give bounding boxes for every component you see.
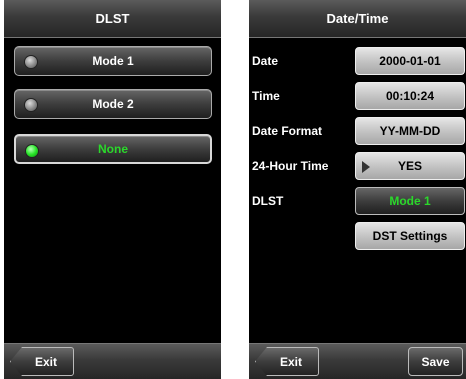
mode-1-label: Mode 1 (92, 54, 134, 68)
none-label: None (98, 142, 128, 156)
24-hour-time-value: YES (397, 159, 422, 173)
datetime-title-bar: Date/Time (249, 0, 466, 38)
none-button[interactable]: None (14, 134, 212, 164)
datetime-bottom-bar: Exit Save (249, 343, 466, 379)
date-label: Date (252, 54, 279, 68)
24-hour-time-button[interactable]: YES (355, 152, 465, 180)
date-value: 2000-01-01 (379, 54, 441, 68)
mode-1-button[interactable]: Mode 1 (14, 46, 212, 76)
save-label: Save (421, 354, 450, 369)
dlst-mode-button[interactable]: Mode 1 (355, 187, 465, 215)
mode-2-label: Mode 2 (92, 97, 134, 111)
save-button[interactable]: Save (408, 347, 463, 376)
exit-button[interactable]: Exit (255, 347, 319, 376)
dlst-screen: DLST Mode 1 Mode 2 None Exit (4, 0, 221, 379)
time-value-button[interactable]: 00:10:24 (355, 82, 465, 110)
radio-icon (25, 99, 37, 111)
date-value-button[interactable]: 2000-01-01 (355, 47, 465, 75)
24-hour-time-label: 24-Hour Time (252, 159, 329, 173)
dlst-mode-value: Mode 1 (389, 194, 431, 208)
dlst-label: DLST (252, 194, 284, 208)
exit-label: Exit (279, 354, 302, 369)
dlst-title-bar: DLST (4, 0, 221, 38)
datetime-screen: Date/Time Date 2000-01-01 Time 00:10:24 … (249, 0, 466, 379)
datetime-title: Date/Time (326, 11, 389, 26)
play-arrow-icon (362, 161, 370, 173)
time-label: Time (252, 89, 280, 103)
mode-2-button[interactable]: Mode 2 (14, 89, 212, 119)
exit-button[interactable]: Exit (10, 347, 74, 376)
dlst-title: DLST (95, 11, 130, 26)
dst-settings-label: DST Settings (372, 229, 448, 243)
radio-icon (25, 56, 37, 68)
dst-settings-button[interactable]: DST Settings (355, 222, 465, 250)
exit-label: Exit (34, 354, 57, 369)
radio-selected-icon (26, 145, 38, 157)
dlst-bottom-bar: Exit (4, 343, 221, 379)
date-format-label: Date Format (252, 124, 323, 138)
date-format-value: YY-MM-DD (379, 124, 441, 138)
date-format-button[interactable]: YY-MM-DD (355, 117, 465, 145)
time-value: 00:10:24 (385, 89, 435, 103)
